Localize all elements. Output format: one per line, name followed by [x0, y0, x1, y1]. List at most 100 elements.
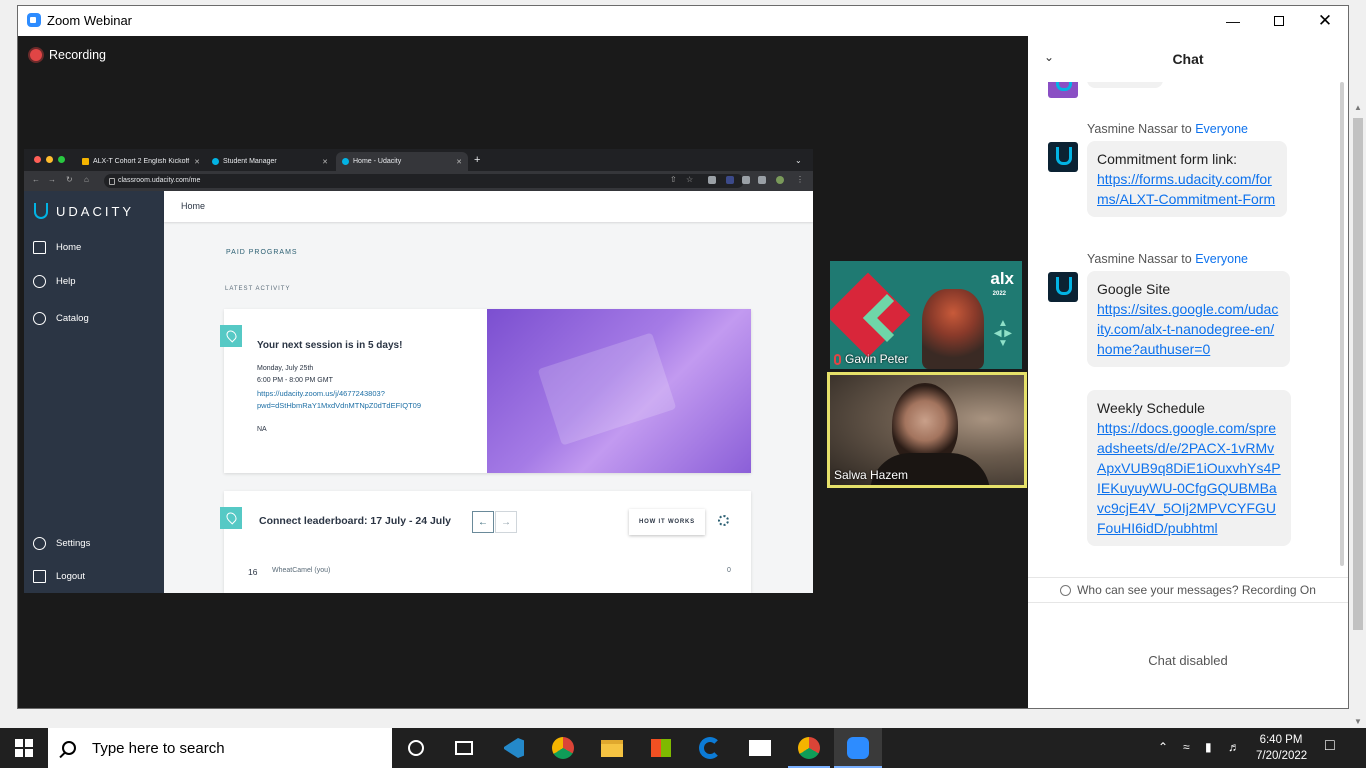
profile-avatar[interactable] — [776, 176, 784, 184]
session-note: NA — [257, 426, 267, 433]
wifi-icon[interactable]: ≈ — [1183, 740, 1190, 754]
sidebar-item-label: Logout — [56, 571, 86, 582]
sidebar-item-logout[interactable]: Logout — [33, 570, 85, 583]
chrome-icon[interactable] — [796, 735, 822, 761]
url-text: classroom.udacity.com/me — [118, 177, 201, 184]
browser-tab-strip: ALX-T Cohort 2 English Kickoff ✕ Student… — [24, 149, 813, 171]
slides-favicon-icon — [82, 158, 89, 165]
mail-icon[interactable] — [747, 735, 773, 761]
message-sender-line: Yasmine Nassar to Everyone — [1087, 122, 1248, 136]
system-clock[interactable]: 6:40 PM 7/20/2022 — [1256, 732, 1307, 764]
minimize-button[interactable]: — — [1210, 6, 1256, 36]
battery-icon[interactable]: ▮ — [1205, 740, 1212, 754]
zoom-window: Zoom Webinar — ✕ Recording ALX-T Cohort … — [17, 5, 1349, 709]
session-time: 6:00 PM - 8:00 PM GMT — [257, 377, 333, 384]
chat-message: Commitment form link: https://forms.udac… — [1087, 141, 1287, 217]
edge-icon[interactable] — [697, 735, 723, 761]
chrome-icon[interactable] — [550, 735, 576, 761]
notifications-icon[interactable]: □ — [1325, 737, 1335, 755]
udacity-favicon-icon — [212, 158, 219, 165]
participant-tile-salwa[interactable]: Salwa Hazem — [827, 372, 1027, 488]
sidebar-item-help[interactable]: Help — [33, 275, 76, 288]
file-explorer-icon[interactable] — [599, 735, 625, 761]
home-icon[interactable]: ⌂ — [84, 175, 89, 184]
address-bar[interactable]: classroom.udacity.com/me — [104, 174, 744, 188]
sidebar-item-home[interactable]: Home — [33, 241, 81, 254]
paid-programs-heading[interactable]: PAID PROGRAMS — [226, 249, 298, 256]
taskbar-search[interactable] — [48, 728, 392, 768]
page-scrollbar[interactable]: ▲ ▼ — [1350, 100, 1366, 728]
prev-week-button[interactable]: ← — [472, 511, 494, 533]
chat-scrollbar[interactable] — [1338, 82, 1346, 566]
browser-tab-kickoff[interactable]: ALX-T Cohort 2 English Kickoff ✕ — [76, 152, 206, 171]
task-view-icon[interactable] — [451, 735, 477, 761]
scroll-thumb[interactable] — [1353, 118, 1363, 630]
arrow-right-icon: → — [501, 516, 511, 528]
forward-icon[interactable]: → — [48, 175, 56, 184]
leaderboard-score: 0 — [727, 567, 731, 574]
person-lock-icon — [1060, 584, 1072, 596]
how-it-works-button[interactable]: HOW IT WORKS — [629, 509, 705, 535]
sidebar-item-catalog[interactable]: Catalog — [33, 312, 89, 325]
recording-indicator[interactable]: Recording — [30, 48, 106, 62]
next-week-button[interactable]: → — [495, 511, 517, 533]
tab-label: Home - Udacity — [353, 158, 402, 165]
tab-close-icon[interactable]: ✕ — [322, 158, 328, 166]
udacity-main: Home PAID PROGRAMS LATEST ACTIVITY Your … — [164, 191, 813, 593]
store-icon[interactable] — [648, 735, 674, 761]
search-icon — [62, 741, 76, 755]
puzzle-icon[interactable] — [742, 176, 750, 184]
chat-message-partial: wakanda — [1087, 82, 1164, 88]
windows-start-icon[interactable] — [15, 739, 33, 757]
tab-close-icon[interactable]: ✕ — [194, 158, 200, 166]
zoom-dot-icon — [58, 156, 65, 163]
muted-mic-icon — [834, 353, 841, 365]
browser-tab-home-udacity[interactable]: Home - Udacity ✕ — [336, 152, 468, 171]
chat-panel: ⌄ Chat wakanda Yasmine Nassar to Everyon… — [1028, 36, 1348, 708]
udacity-logo[interactable]: UDACITY — [34, 203, 134, 219]
scroll-up-icon[interactable]: ▲ — [1354, 103, 1362, 112]
arrow-left-icon: ← — [478, 516, 488, 528]
zoom-icon[interactable] — [845, 735, 871, 761]
message-link[interactable]: https://sites.google.com/udacity.com/alx… — [1097, 299, 1280, 359]
browser-tab-student-manager[interactable]: Student Manager ✕ — [206, 152, 334, 171]
tab-label: Student Manager — [223, 158, 277, 165]
vscode-icon[interactable] — [501, 735, 527, 761]
star-icon[interactable]: ☆ — [686, 175, 693, 184]
message-link[interactable]: https://docs.google.com/spreadsheets/d/e… — [1097, 418, 1281, 538]
session-link-line2[interactable]: pwd=dStHbmRaY1MxdVdnMTNpZ0dTdEFIQT09 — [257, 401, 421, 410]
alx-logo: alx — [990, 269, 1014, 288]
gear-icon[interactable] — [718, 515, 729, 526]
close-button[interactable]: ✕ — [1302, 6, 1348, 36]
tab-close-icon[interactable]: ✕ — [456, 158, 462, 166]
clock-time: 6:40 PM — [1259, 734, 1303, 746]
share-icon[interactable]: ⇧ — [670, 175, 677, 184]
search-input[interactable] — [92, 739, 372, 757]
location-pin-icon — [220, 507, 242, 529]
kebab-menu-icon[interactable]: ⋮ — [796, 175, 804, 184]
minimize-dot-icon — [46, 156, 53, 163]
participant-name: Salwa Hazem — [834, 468, 909, 482]
reload-icon[interactable]: ↻ — [66, 175, 73, 184]
new-tab-icon[interactable]: + — [474, 154, 480, 166]
chevron-up-icon[interactable]: ⌃ — [1158, 740, 1168, 754]
brand-text: UDACITY — [56, 203, 135, 219]
scroll-down-icon[interactable]: ▼ — [1354, 717, 1362, 726]
back-icon[interactable]: ← — [32, 175, 40, 184]
volume-icon[interactable]: ♬ — [1228, 740, 1240, 754]
tab-search-icon[interactable]: ⌄ — [795, 156, 802, 165]
extension-icon[interactable] — [726, 176, 734, 184]
extension-icon[interactable] — [708, 176, 716, 184]
sidebar-item-settings[interactable]: Settings — [33, 537, 90, 550]
message-link[interactable]: https://forms.udacity.com/forms/ALXT-Com… — [1097, 169, 1277, 209]
scroll-thumb[interactable] — [1340, 82, 1344, 566]
maximize-button[interactable] — [1256, 6, 1302, 36]
sidebar-toggle-icon[interactable] — [758, 176, 766, 184]
cortana-icon[interactable] — [403, 735, 429, 761]
udacity-favicon-icon — [342, 158, 349, 165]
participant-tile-gavin[interactable]: alx 2022 ▲ ◀ ▶ ▼ Gavin Peter — [830, 261, 1022, 369]
home-icon — [33, 241, 46, 254]
chat-privacy-notice[interactable]: Who can see your messages? Recording On — [1028, 577, 1348, 603]
video-stage: Recording ALX-T Cohort 2 English Kickoff… — [18, 36, 1028, 708]
session-link-line1[interactable]: https://udacity.zoom.us/j/4677243803? — [257, 389, 385, 398]
